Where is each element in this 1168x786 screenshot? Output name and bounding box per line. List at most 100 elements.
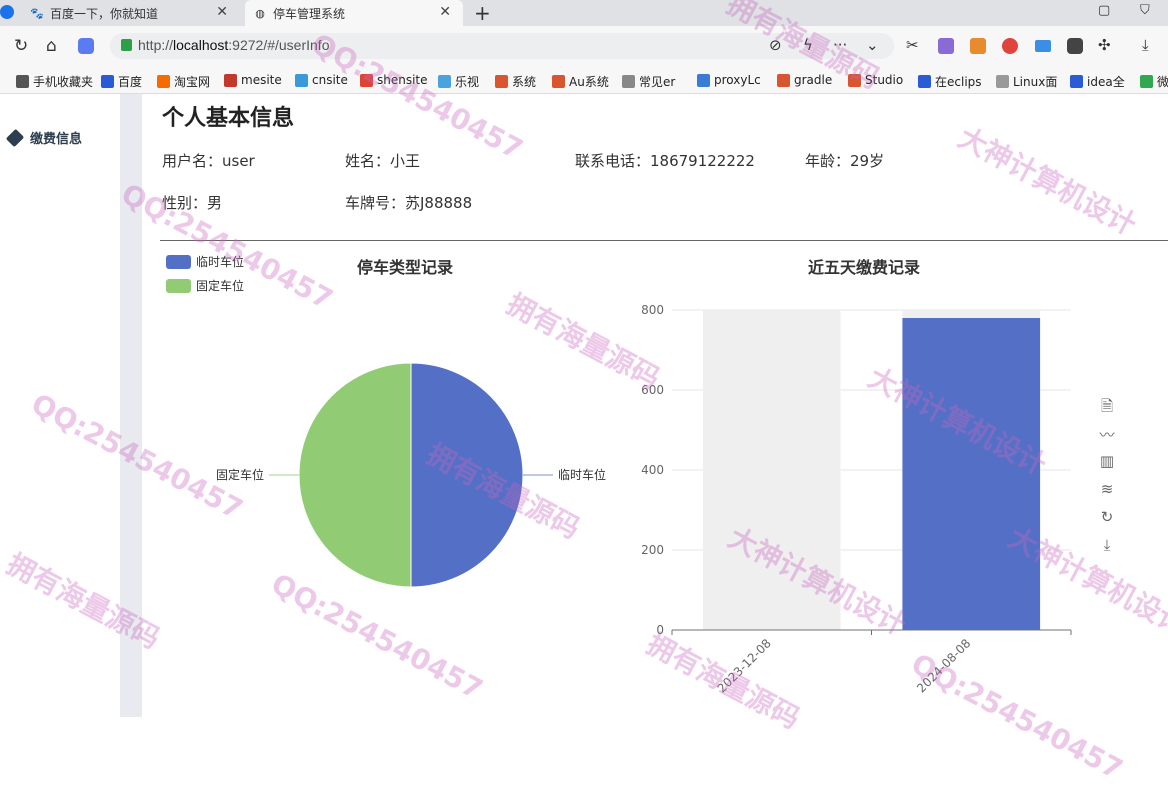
bookmark-item[interactable]: 常见er [622,73,675,90]
chevron-down-icon[interactable]: ⌄ [866,36,879,54]
bookmark-label: Linux面 [1013,75,1058,89]
y-tick-label: 600 [641,383,664,397]
home-icon[interactable]: ⌂ [46,36,57,56]
legend-label: 固定车位 [196,279,245,293]
tab-baidu[interactable]: 🐾 百度一下，你就知道 ✕ [22,0,240,26]
tab-parking[interactable]: ◍ 停车管理系统 ✕ [245,0,463,26]
bookmark-icon [1070,75,1083,88]
bookmark-item[interactable]: gradle [777,73,832,87]
bookmark-item[interactable]: 乐视 [438,73,479,90]
browser-menu-icon[interactable] [0,5,14,19]
bookmark-item[interactable]: mesite [224,73,282,87]
legend-item-fixed[interactable]: 固定车位 [166,277,244,294]
bookmark-icon [101,75,114,88]
bookmark-item[interactable]: 淘宝网 [157,73,210,90]
bookmark-icon [622,75,635,88]
bookmark-label: cnsite [312,73,348,87]
x-tick-label: 2023-12-08 [715,636,774,695]
bolt-icon[interactable]: ϟ [803,36,813,54]
bookmark-label: Studio [865,73,904,87]
more-icon[interactable]: ··· [833,36,847,54]
bookmark-item[interactable]: Studio [848,73,903,87]
divider [160,240,1168,241]
bookmark-label: mesite [241,73,282,87]
bookmark-item[interactable]: proxyLc [697,73,761,87]
bookmark-label: 常见er [639,75,676,89]
bookmark-icon [996,75,1009,88]
restore-icon[interactable]: ↻ [1098,508,1116,526]
bookmark-label: 乐视 [455,75,480,89]
pie-slice[interactable] [298,362,412,588]
legend-label: 临时车位 [196,255,245,269]
bar-icon[interactable]: ▥ [1098,452,1116,470]
bookmark-item[interactable]: shensite [360,73,428,87]
bookmark-item[interactable]: 百度 [101,73,142,90]
ai-icon[interactable] [78,38,94,54]
watermark: QQ:254540457 [115,176,339,317]
bookmark-item[interactable]: 在eclips [918,73,982,90]
reload-icon[interactable]: ↻ [14,36,28,56]
pie-slice-label: 固定车位 [216,467,264,482]
stack-icon[interactable]: ≋ [1098,480,1116,498]
bookmark-label: 微 [1157,75,1168,89]
download-icon[interactable]: ⤓ [1142,36,1149,54]
plate-field: 车牌号：苏J88888 [345,194,473,212]
bookmark-item[interactable]: 微 [1140,73,1168,90]
bookmark-icon [157,75,170,88]
data-view-icon[interactable]: 🗎 [1098,396,1116,421]
bookmark-item[interactable]: 系统 [495,73,536,90]
extensions-icon[interactable]: ✣ [1098,36,1111,54]
tab-count-icon[interactable]: ▢ [1098,3,1110,18]
shield-icon[interactable] [1067,38,1083,54]
compass-icon[interactable]: ⊘ [769,36,782,54]
bookmark-icon [295,73,308,87]
x-tick-label: 2024-08-08 [914,636,973,695]
close-icon[interactable]: ✕ [216,4,228,20]
y-tick-label: 800 [641,303,664,317]
phone-field: 联系电话：18679122222 [575,152,755,170]
pie-slice[interactable] [410,362,524,588]
globe-icon: ◍ [255,6,265,20]
bookmark-item[interactable]: cnsite [295,73,348,87]
scissors-icon[interactable]: ✂ [906,36,919,54]
y-tick-label: 0 [656,623,664,637]
weibo-icon[interactable] [1002,38,1018,54]
bookmark-label: proxyLc [714,73,761,87]
pie-chart[interactable]: 临时车位 固定车位 [200,340,620,610]
bookmark-item[interactable]: Linux面 [996,73,1057,90]
sidebar [0,94,120,717]
bookmark-item[interactable]: idea全 [1070,73,1125,90]
pie-slice-label: 临时车位 [558,467,606,482]
username-field: 用户名：user [162,152,255,170]
tag-icon [5,128,25,147]
bookmark-icon [360,73,373,87]
bookmark-label: 手机收藏夹 [33,75,94,89]
bookmark-icon [697,73,710,87]
download-icon[interactable]: ⤓ [1098,536,1116,554]
bar-background[interactable] [702,310,841,630]
sidebar-item-payment[interactable]: 缴费信息 [5,128,82,147]
bar-chart[interactable]: 0 200 400 600 800 2023-12-08 2024-08-08 [620,290,1090,710]
bookmark-icon [495,75,508,88]
shirt-icon[interactable]: ⛉ [1140,3,1150,18]
page-title: 个人基本信息 [162,106,295,131]
line-icon[interactable]: 〰 [1098,424,1116,445]
game-icon[interactable] [970,38,986,54]
legend-item-temporary[interactable]: 临时车位 [166,253,244,270]
bookmark-icon [16,75,29,88]
bookmark-label: shensite [377,73,428,87]
bookmark-icon [848,73,861,87]
url-text[interactable]: http://localhost:9272/#/userInfo [138,37,329,53]
bookmark-icon [438,75,451,88]
bookmark-item[interactable]: 手机收藏夹 [16,73,93,90]
close-icon[interactable]: ✕ [439,4,451,20]
new-tab-button[interactable]: + [474,1,491,25]
translate-icon[interactable] [938,38,954,54]
legend-swatch [166,254,191,269]
mail-icon[interactable] [1035,40,1051,52]
bookmark-icon [224,73,237,87]
bookmark-item[interactable]: Au系统 [552,73,609,90]
bar[interactable] [902,318,1041,630]
bookmark-icon [918,75,931,88]
bookmark-icon [552,75,565,88]
